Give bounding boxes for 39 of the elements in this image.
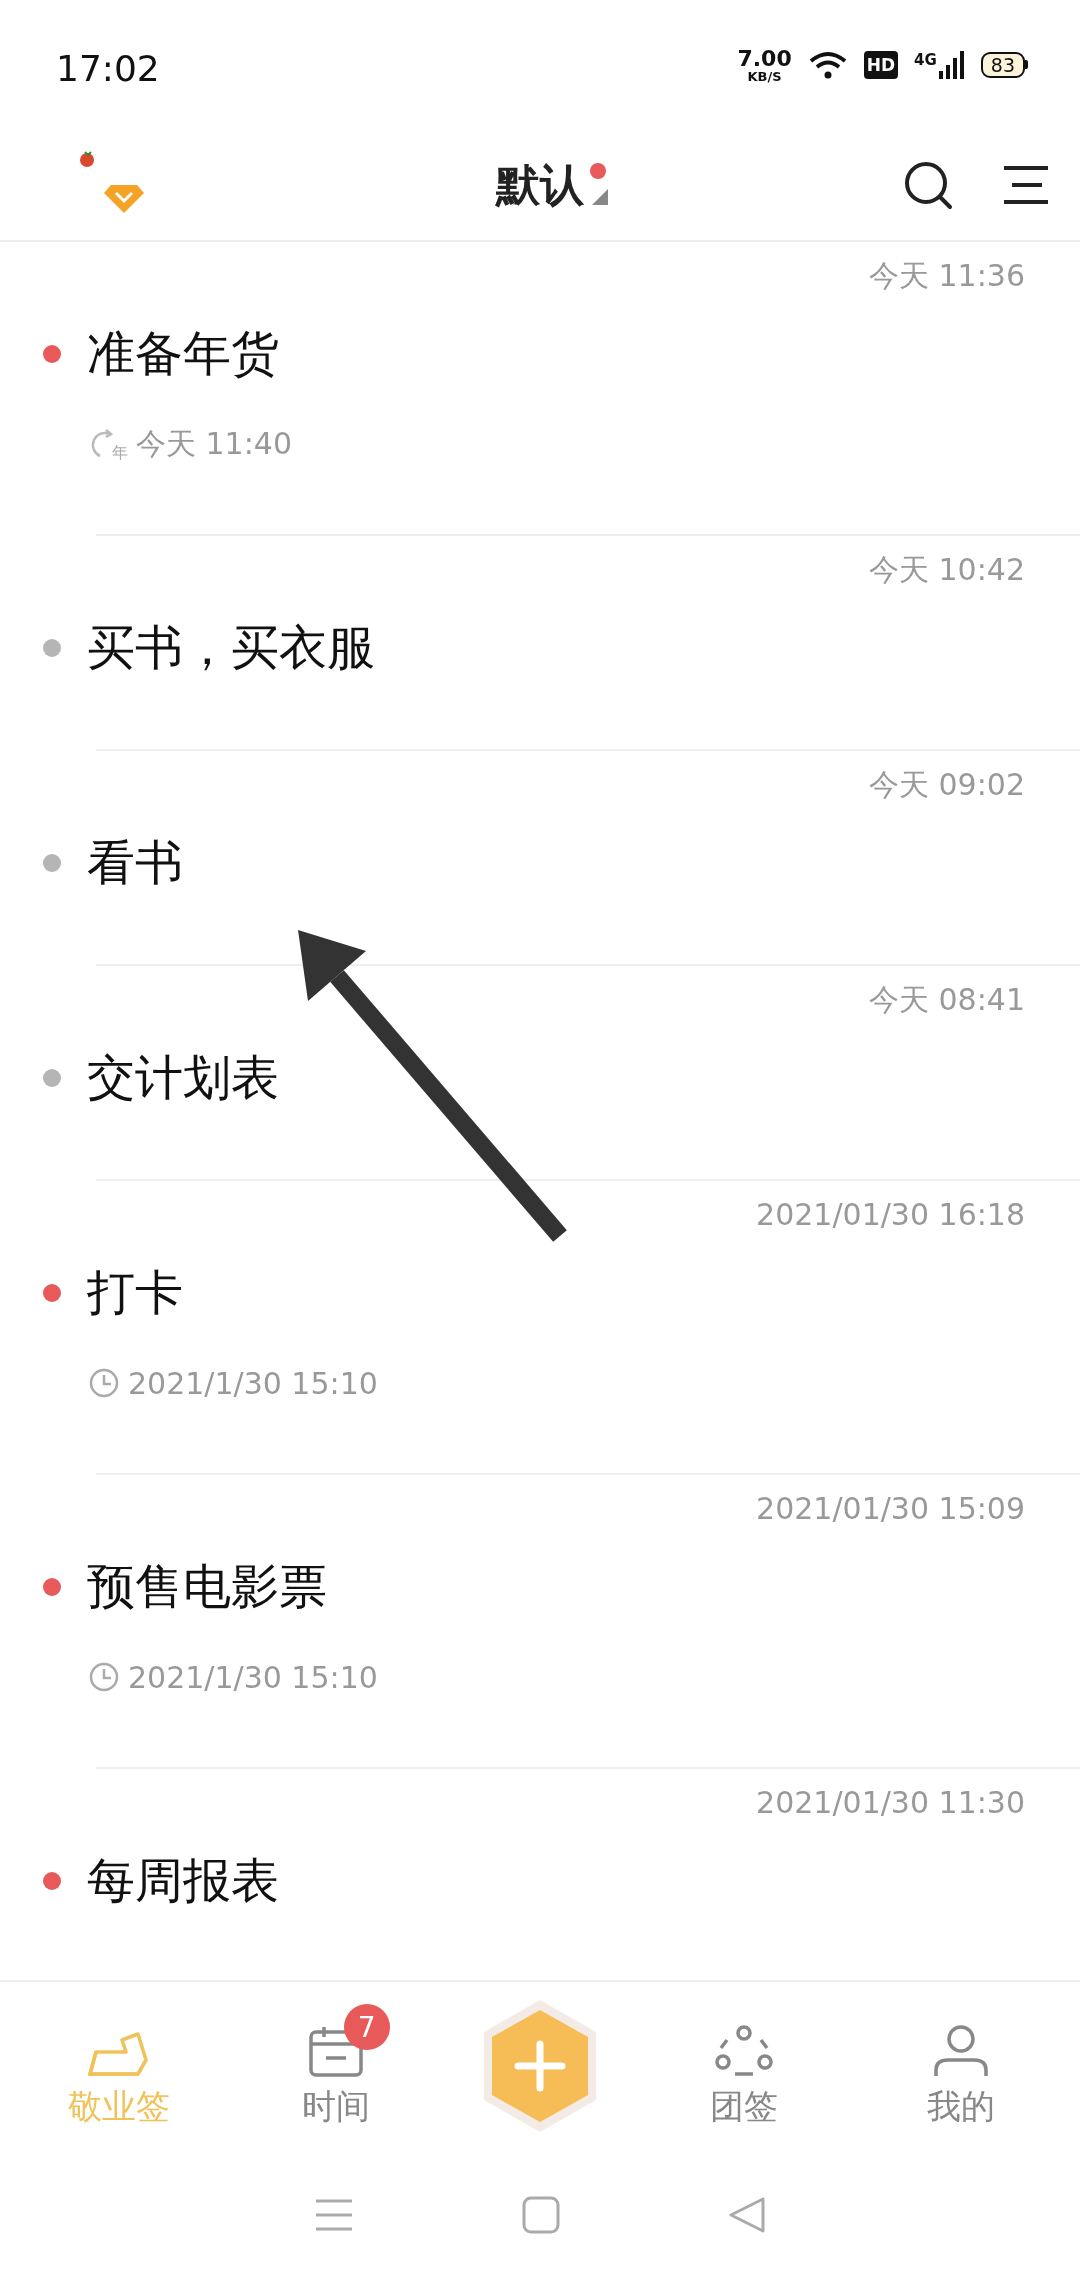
menu-icon[interactable] [1002,165,1050,205]
hd-badge: HD [863,51,899,79]
reminder-time: 今天 11:40 [136,424,292,463]
count-badge: 7 [343,2004,390,2050]
list-title[interactable]: 默认 [495,155,584,215]
speed-unit: KB/S [747,69,782,83]
person-icon [932,2024,991,2078]
tab[interactable]: 我的 [886,2002,1037,2130]
signal-icon [938,51,965,79]
network-speed: 7.00 [737,47,792,70]
note-title[interactable]: 打卡 [87,1261,183,1325]
note-timestamp: 今天 09:02 [868,766,1026,804]
home-icon[interactable] [522,2196,560,2234]
note-timestamp: 2021/01/30 15:09 [755,1490,1026,1528]
note-timestamp: 2021/01/30 16:18 [755,1196,1026,1234]
search-icon[interactable] [902,159,954,211]
note-title[interactable]: 看书 [87,831,183,895]
battery-level: 83 [980,51,1025,79]
network-type: 4G [914,51,937,69]
note-title[interactable]: 交计划表 [87,1046,279,1110]
reminder-time: 2021/1/30 15:10 [128,1365,378,1401]
note-timestamp: 今天 08:41 [868,981,1026,1019]
dropdown-triangle-icon[interactable] [591,189,608,205]
reminder-time: 2021/1/30 15:10 [128,1659,378,1695]
tab[interactable]: 7 时间 [260,2002,411,2130]
note-timestamp: 今天 11:36 [868,257,1026,295]
note-timestamp: 今天 10:42 [868,551,1026,589]
wifi-icon [807,50,848,80]
tab[interactable]: 团签 [669,2002,820,2130]
note-title[interactable]: 准备年货 [87,322,279,386]
clock-time: 17:02 [56,46,161,89]
team-icon [715,2024,774,2078]
back-icon[interactable] [728,2196,766,2234]
clock-icon [88,1661,120,1693]
note-title[interactable]: 预售电影票 [87,1555,327,1619]
note-title[interactable]: 买书，买衣服 [87,616,375,680]
note-title[interactable]: 每周报表 [87,1849,279,1913]
note-timestamp: 2021/01/30 11:30 [755,1784,1026,1822]
clock-icon [88,1367,120,1399]
